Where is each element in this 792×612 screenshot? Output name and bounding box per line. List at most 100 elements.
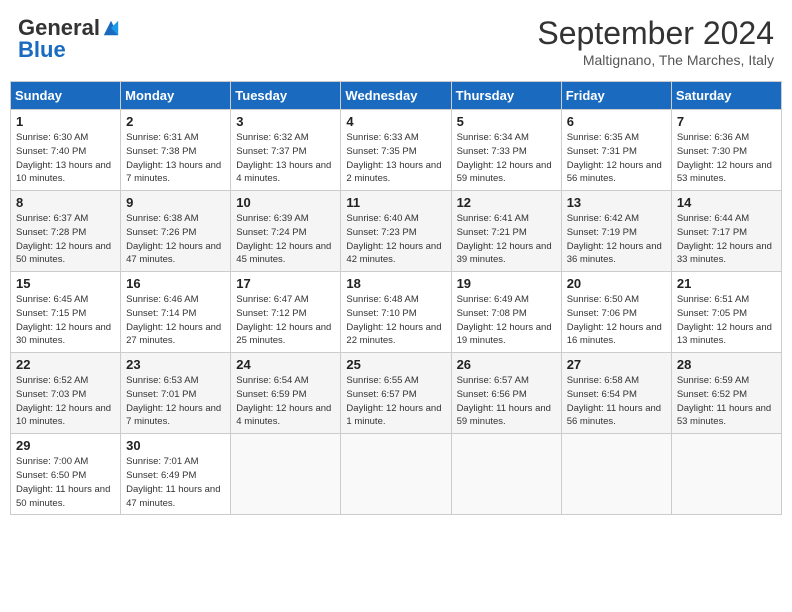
month-title: September 2024 bbox=[537, 15, 774, 52]
calendar-week-row: 1Sunrise: 6:30 AMSunset: 7:40 PMDaylight… bbox=[11, 110, 782, 191]
calendar-day-cell: 30 Sunrise: 7:01 AMSunset: 6:49 PMDayligh… bbox=[121, 434, 231, 515]
day-number: 16 bbox=[126, 276, 225, 291]
day-number: 18 bbox=[346, 276, 445, 291]
day-number: 19 bbox=[457, 276, 556, 291]
calendar-day-cell: 17 Sunrise: 6:47 AMSunset: 7:12 PMDayligh… bbox=[231, 272, 341, 353]
calendar-day-cell: 14 Sunrise: 6:44 AMSunset: 7:17 PMDayligh… bbox=[671, 191, 781, 272]
calendar-day-cell: 11 Sunrise: 6:40 AMSunset: 7:23 PMDayligh… bbox=[341, 191, 451, 272]
calendar-week-row: 29 Sunrise: 7:00 AMSunset: 6:50 PMDayligh… bbox=[11, 434, 782, 515]
day-number: 2 bbox=[126, 114, 225, 129]
day-info: Sunrise: 6:37 AMSunset: 7:28 PMDaylight:… bbox=[16, 212, 115, 267]
day-number: 4 bbox=[346, 114, 445, 129]
calendar-day-cell: 18 Sunrise: 6:48 AMSunset: 7:10 PMDayligh… bbox=[341, 272, 451, 353]
calendar-day-cell bbox=[341, 434, 451, 515]
calendar-day-cell: 22 Sunrise: 6:52 AMSunset: 7:03 PMDayligh… bbox=[11, 353, 121, 434]
day-info: Sunrise: 6:52 AMSunset: 7:03 PMDaylight:… bbox=[16, 374, 115, 429]
day-info: Sunrise: 6:58 AMSunset: 6:54 PMDaylight:… bbox=[567, 374, 666, 429]
calendar-day-cell: 4 Sunrise: 6:33 AMSunset: 7:35 PMDaylight… bbox=[341, 110, 451, 191]
day-number: 5 bbox=[457, 114, 556, 129]
calendar-day-cell bbox=[451, 434, 561, 515]
day-number: 13 bbox=[567, 195, 666, 210]
calendar-week-row: 22 Sunrise: 6:52 AMSunset: 7:03 PMDayligh… bbox=[11, 353, 782, 434]
calendar-day-cell bbox=[671, 434, 781, 515]
day-number: 20 bbox=[567, 276, 666, 291]
calendar-day-cell: 19 Sunrise: 6:49 AMSunset: 7:08 PMDayligh… bbox=[451, 272, 561, 353]
calendar-day-cell: 27Sunrise: 6:58 AMSunset: 6:54 PMDayligh… bbox=[561, 353, 671, 434]
day-info: Sunrise: 6:48 AMSunset: 7:10 PMDaylight:… bbox=[346, 293, 445, 348]
calendar-week-row: 15Sunrise: 6:45 AMSunset: 7:15 PMDayligh… bbox=[11, 272, 782, 353]
day-info: Sunrise: 6:40 AMSunset: 7:23 PMDaylight:… bbox=[346, 212, 445, 267]
day-number: 22 bbox=[16, 357, 115, 372]
day-number: 14 bbox=[677, 195, 776, 210]
calendar-day-cell: 13 Sunrise: 6:42 AMSunset: 7:19 PMDayligh… bbox=[561, 191, 671, 272]
day-number: 15 bbox=[16, 276, 115, 291]
calendar-day-cell: 6Sunrise: 6:35 AMSunset: 7:31 PMDaylight… bbox=[561, 110, 671, 191]
day-info: Sunrise: 7:00 AMSunset: 6:50 PMDaylight:… bbox=[16, 455, 115, 510]
day-info: Sunrise: 6:53 AMSunset: 7:01 PMDaylight:… bbox=[126, 374, 225, 429]
day-info: Sunrise: 6:59 AMSunset: 6:52 PMDaylight:… bbox=[677, 374, 776, 429]
day-number: 25 bbox=[346, 357, 445, 372]
day-number: 21 bbox=[677, 276, 776, 291]
day-info: Sunrise: 6:31 AMSunset: 7:38 PMDaylight:… bbox=[126, 131, 225, 186]
calendar-day-cell: 29 Sunrise: 7:00 AMSunset: 6:50 PMDayligh… bbox=[11, 434, 121, 515]
day-info: Sunrise: 6:47 AMSunset: 7:12 PMDaylight:… bbox=[236, 293, 335, 348]
day-info: Sunrise: 6:34 AMSunset: 7:33 PMDaylight:… bbox=[457, 131, 556, 186]
calendar-day-cell bbox=[561, 434, 671, 515]
logo-icon bbox=[102, 19, 120, 37]
weekday-header-thursday: Thursday bbox=[451, 82, 561, 110]
day-info: Sunrise: 6:50 AMSunset: 7:06 PMDaylight:… bbox=[567, 293, 666, 348]
page-header: General Blue September 2024 Maltignano, … bbox=[10, 10, 782, 73]
calendar-day-cell: 15Sunrise: 6:45 AMSunset: 7:15 PMDayligh… bbox=[11, 272, 121, 353]
day-info: Sunrise: 6:32 AMSunset: 7:37 PMDaylight:… bbox=[236, 131, 335, 186]
day-number: 28 bbox=[677, 357, 776, 372]
day-info: Sunrise: 6:33 AMSunset: 7:35 PMDaylight:… bbox=[346, 131, 445, 186]
day-number: 30 bbox=[126, 438, 225, 453]
location-subtitle: Maltignano, The Marches, Italy bbox=[537, 52, 774, 68]
day-info: Sunrise: 6:42 AMSunset: 7:19 PMDaylight:… bbox=[567, 212, 666, 267]
day-info: Sunrise: 6:30 AMSunset: 7:40 PMDaylight:… bbox=[16, 131, 115, 186]
day-info: Sunrise: 7:01 AMSunset: 6:49 PMDaylight:… bbox=[126, 455, 225, 510]
calendar-week-row: 8 Sunrise: 6:37 AMSunset: 7:28 PMDaylight… bbox=[11, 191, 782, 272]
day-number: 26 bbox=[457, 357, 556, 372]
calendar-header-row: SundayMondayTuesdayWednesdayThursdayFrid… bbox=[11, 82, 782, 110]
calendar-day-cell: 1Sunrise: 6:30 AMSunset: 7:40 PMDaylight… bbox=[11, 110, 121, 191]
day-number: 11 bbox=[346, 195, 445, 210]
day-number: 23 bbox=[126, 357, 225, 372]
logo: General Blue bbox=[18, 15, 120, 63]
calendar-day-cell: 9 Sunrise: 6:38 AMSunset: 7:26 PMDaylight… bbox=[121, 191, 231, 272]
day-number: 8 bbox=[16, 195, 115, 210]
calendar-day-cell: 2 Sunrise: 6:31 AMSunset: 7:38 PMDaylight… bbox=[121, 110, 231, 191]
calendar-day-cell: 21Sunrise: 6:51 AMSunset: 7:05 PMDayligh… bbox=[671, 272, 781, 353]
calendar-day-cell: 7Sunrise: 6:36 AMSunset: 7:30 PMDaylight… bbox=[671, 110, 781, 191]
calendar-day-cell: 23 Sunrise: 6:53 AMSunset: 7:01 PMDayligh… bbox=[121, 353, 231, 434]
weekday-header-sunday: Sunday bbox=[11, 82, 121, 110]
day-info: Sunrise: 6:54 AMSunset: 6:59 PMDaylight:… bbox=[236, 374, 335, 429]
day-info: Sunrise: 6:49 AMSunset: 7:08 PMDaylight:… bbox=[457, 293, 556, 348]
day-number: 9 bbox=[126, 195, 225, 210]
calendar-day-cell: 8 Sunrise: 6:37 AMSunset: 7:28 PMDaylight… bbox=[11, 191, 121, 272]
calendar-day-cell: 25 Sunrise: 6:55 AMSunset: 6:57 PMDayligh… bbox=[341, 353, 451, 434]
calendar-day-cell: 12 Sunrise: 6:41 AMSunset: 7:21 PMDayligh… bbox=[451, 191, 561, 272]
title-block: September 2024 Maltignano, The Marches, … bbox=[537, 15, 774, 68]
calendar-day-cell: 26Sunrise: 6:57 AMSunset: 6:56 PMDayligh… bbox=[451, 353, 561, 434]
calendar-table: SundayMondayTuesdayWednesdayThursdayFrid… bbox=[10, 81, 782, 515]
day-number: 12 bbox=[457, 195, 556, 210]
day-info: Sunrise: 6:41 AMSunset: 7:21 PMDaylight:… bbox=[457, 212, 556, 267]
calendar-day-cell: 10Sunrise: 6:39 AMSunset: 7:24 PMDayligh… bbox=[231, 191, 341, 272]
day-info: Sunrise: 6:44 AMSunset: 7:17 PMDaylight:… bbox=[677, 212, 776, 267]
calendar-day-cell: 20 Sunrise: 6:50 AMSunset: 7:06 PMDayligh… bbox=[561, 272, 671, 353]
calendar-day-cell: 28 Sunrise: 6:59 AMSunset: 6:52 PMDayligh… bbox=[671, 353, 781, 434]
calendar-day-cell: 24 Sunrise: 6:54 AMSunset: 6:59 PMDayligh… bbox=[231, 353, 341, 434]
day-info: Sunrise: 6:38 AMSunset: 7:26 PMDaylight:… bbox=[126, 212, 225, 267]
day-info: Sunrise: 6:36 AMSunset: 7:30 PMDaylight:… bbox=[677, 131, 776, 186]
day-info: Sunrise: 6:55 AMSunset: 6:57 PMDaylight:… bbox=[346, 374, 445, 429]
calendar-day-cell: 3Sunrise: 6:32 AMSunset: 7:37 PMDaylight… bbox=[231, 110, 341, 191]
weekday-header-tuesday: Tuesday bbox=[231, 82, 341, 110]
day-info: Sunrise: 6:35 AMSunset: 7:31 PMDaylight:… bbox=[567, 131, 666, 186]
day-number: 10 bbox=[236, 195, 335, 210]
day-number: 17 bbox=[236, 276, 335, 291]
day-number: 24 bbox=[236, 357, 335, 372]
calendar-day-cell bbox=[231, 434, 341, 515]
weekday-header-wednesday: Wednesday bbox=[341, 82, 451, 110]
day-number: 29 bbox=[16, 438, 115, 453]
